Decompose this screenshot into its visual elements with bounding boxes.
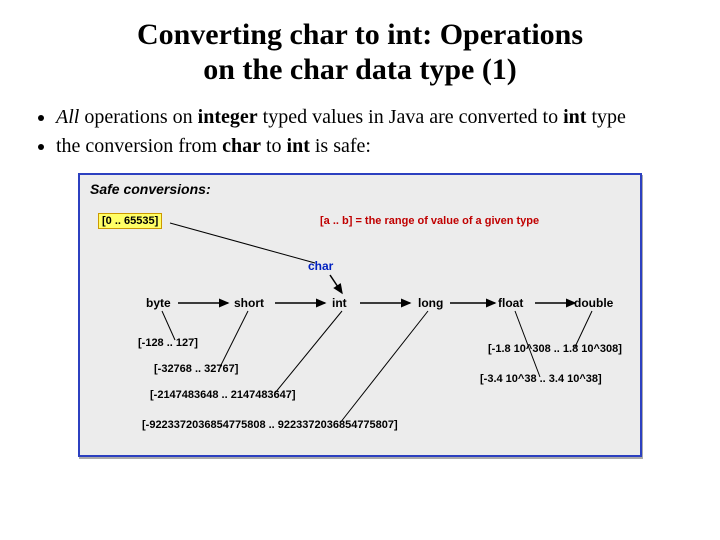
bullet-list: All operations on integer typed values i… (36, 105, 690, 159)
type-byte: byte (146, 296, 171, 310)
range-char: [0 .. 65535] (98, 213, 162, 229)
type-short: short (234, 296, 264, 310)
type-double: double (574, 296, 613, 310)
range-double: [-1.8 10^308 .. 1.8 10^308] (488, 343, 622, 355)
type-float: float (498, 296, 523, 310)
title-line-1: Converting char to int: Operations (137, 18, 583, 51)
range-float: [-3.4 10^38 .. 3.4 10^38] (480, 373, 602, 385)
type-int: int (332, 296, 347, 310)
range-byte: [-128 .. 127] (138, 337, 198, 349)
range-int: [-2147483648 .. 2147483647] (150, 389, 296, 401)
bullet-2: the conversion from char to int is safe: (56, 134, 690, 159)
bullet-1: All operations on integer typed values i… (56, 105, 690, 130)
bullet-1-em: All (56, 106, 79, 128)
range-definition: [a .. b] = the range of value of a given… (320, 215, 539, 227)
title-line-2: on the char data type (1) (203, 53, 517, 86)
type-long: long (418, 296, 443, 310)
diagram-container: Safe conversions: [0 .. 65535] [a .. b] … (78, 173, 642, 457)
conversion-diagram: Safe conversions: [0 .. 65535] [a .. b] … (80, 175, 636, 455)
range-short: [-32768 .. 32767] (154, 363, 238, 375)
range-long: [-9223372036854775808 .. 922337203685477… (142, 419, 398, 431)
slide-title: Converting char to int: Operations on th… (30, 18, 690, 87)
diagram-heading: Safe conversions: (90, 181, 211, 197)
type-char: char (308, 259, 333, 273)
